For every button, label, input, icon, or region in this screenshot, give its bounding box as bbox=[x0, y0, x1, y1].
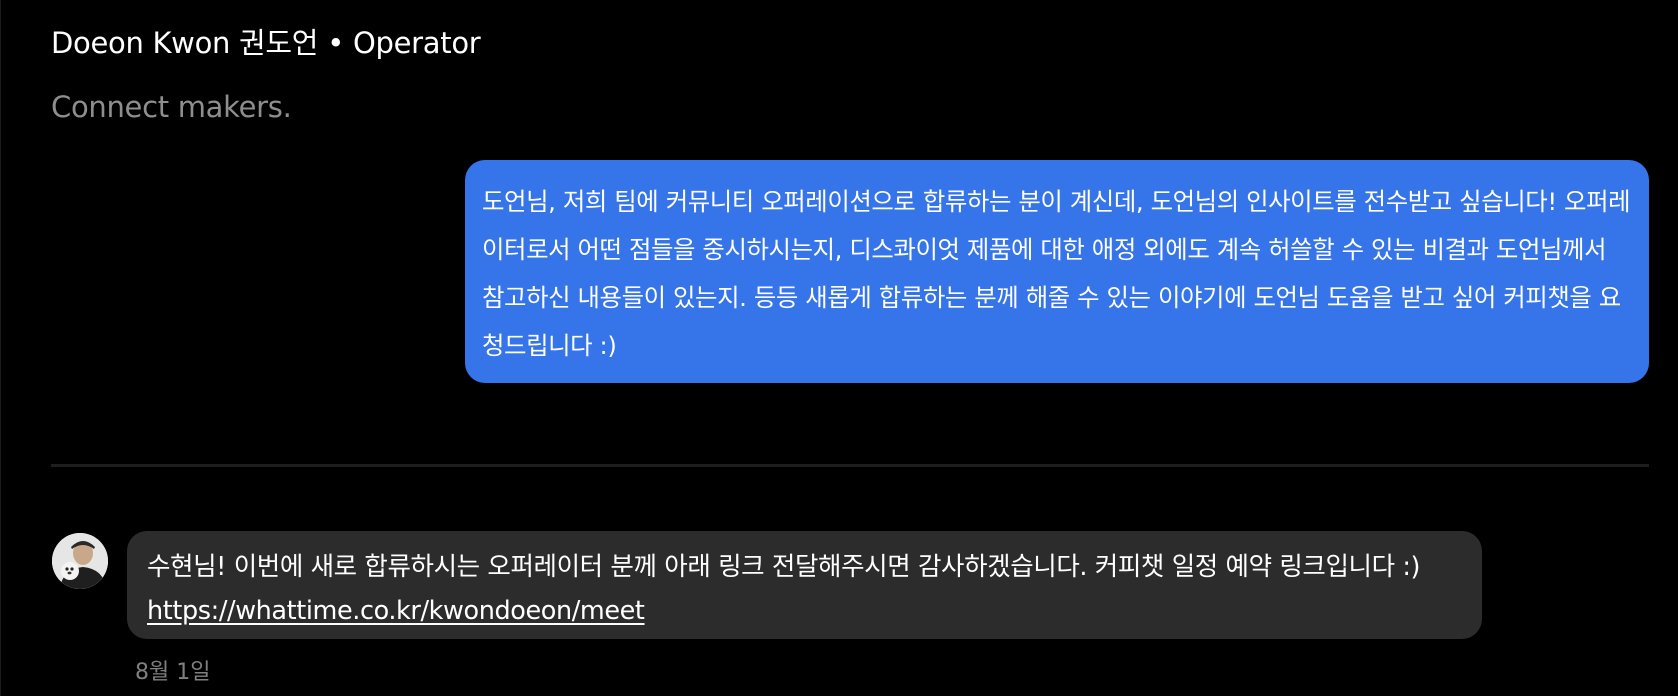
received-message-text: 수현님! 이번에 새로 합류하시는 오퍼레이터 분께 아래 링크 전달해주시면 … bbox=[147, 552, 1421, 582]
sent-message-bubble: 도언님, 저희 팀에 커뮤니티 오퍼레이션으로 합류하는 분이 계신데, 도언님… bbox=[465, 160, 1649, 383]
meeting-link[interactable]: https://whattime.co.kr/kwondoeon/meet bbox=[147, 596, 645, 626]
profile-role: Operator bbox=[353, 26, 481, 60]
profile-tagline: Connect makers. bbox=[51, 90, 292, 124]
profile-name[interactable]: Doeon Kwon 권도언 bbox=[51, 26, 318, 60]
avatar[interactable] bbox=[52, 533, 108, 589]
profile-header: Doeon Kwon 권도언 • Operator bbox=[51, 20, 481, 62]
received-message-bubble: 수현님! 이번에 새로 합류하시는 오퍼레이터 분께 아래 링크 전달해주시면 … bbox=[127, 531, 1482, 639]
chat-page: Doeon Kwon 권도언 • Operator Connect makers. … bbox=[0, 0, 1678, 696]
divider bbox=[51, 464, 1649, 467]
message-timestamp: 8월 1일 bbox=[135, 660, 211, 685]
profile-separator: • bbox=[327, 26, 344, 60]
avatar-photo-icon bbox=[52, 533, 108, 589]
